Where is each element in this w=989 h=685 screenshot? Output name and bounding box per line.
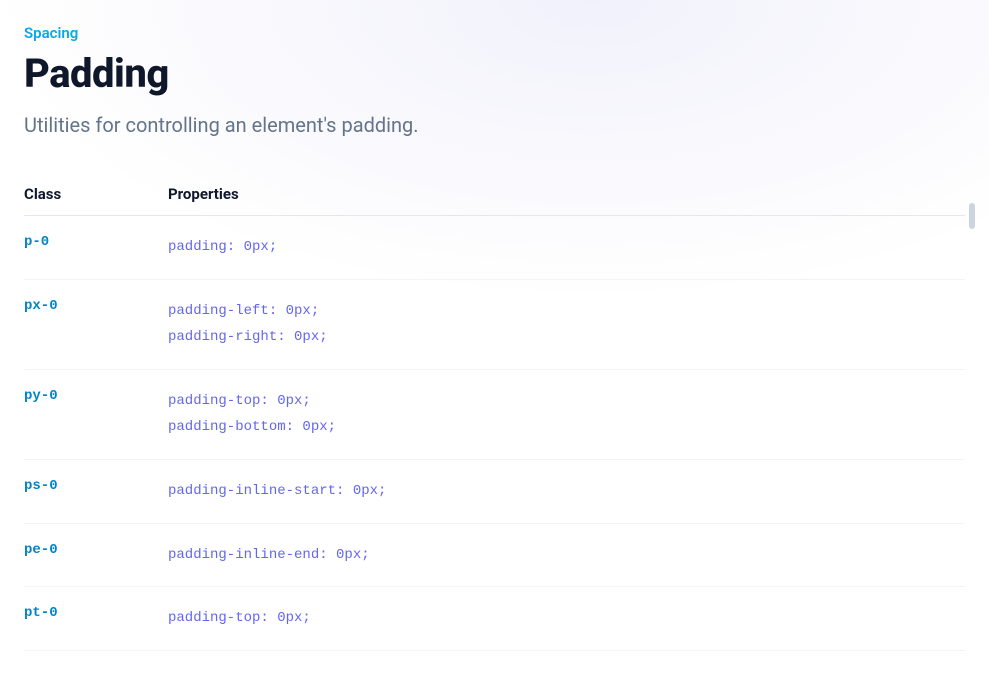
property-line: padding-top: 0px; (168, 605, 965, 632)
property-line: padding-left: 0px; (168, 298, 965, 325)
table-row: ps-0 padding-inline-start: 0px; (24, 460, 965, 524)
scrollbar-thumb[interactable] (969, 203, 975, 229)
properties-cell: padding-inline-start: 0px; (168, 478, 965, 505)
property-line: padding-top: 0px; (168, 388, 965, 415)
property-line: padding-bottom: 0px; (168, 414, 965, 441)
table-row: pe-0 padding-inline-end: 0px; (24, 524, 965, 588)
table-header-row: Class Properties (24, 185, 965, 216)
utilities-table: Class Properties p-0 padding: 0px; px-0 … (24, 185, 965, 656)
property-line: padding: 0px; (168, 234, 965, 261)
property-line: padding-inline-start: 0px; (168, 478, 965, 505)
class-name-cell: ps-0 (24, 478, 168, 505)
page-container: Spacing Padding Utilities for controllin… (0, 0, 989, 685)
class-name-cell: px-0 (24, 298, 168, 351)
class-name-cell: pt-0 (24, 605, 168, 632)
column-header-properties: Properties (168, 185, 965, 203)
page-title: Padding (24, 50, 965, 97)
properties-cell: padding-top: 0px; padding-bottom: 0px; (168, 388, 965, 441)
table-row: py-0 padding-top: 0px; padding-bottom: 0… (24, 370, 965, 460)
column-header-class: Class (24, 185, 168, 203)
class-name-cell: py-0 (24, 388, 168, 441)
properties-cell: padding-inline-end: 0px; (168, 542, 965, 569)
table-row: px-0 padding-left: 0px; padding-right: 0… (24, 280, 965, 370)
properties-cell: padding-top: 0px; (168, 605, 965, 632)
properties-cell: padding-left: 0px; padding-right: 0px; (168, 298, 965, 351)
table-row: pt-0 padding-top: 0px; (24, 587, 965, 651)
class-name-cell: p-0 (24, 234, 168, 261)
table-row: pr-0 padding-right: 0px; (24, 651, 965, 656)
page-description: Utilities for controlling an element's p… (24, 113, 965, 137)
table-body[interactable]: p-0 padding: 0px; px-0 padding-left: 0px… (24, 216, 965, 656)
property-line: padding-right: 0px; (168, 324, 965, 351)
property-line: padding-inline-end: 0px; (168, 542, 965, 569)
class-name-cell: pe-0 (24, 542, 168, 569)
properties-cell: padding: 0px; (168, 234, 965, 261)
category-label: Spacing (24, 24, 965, 42)
table-row: p-0 padding: 0px; (24, 216, 965, 280)
